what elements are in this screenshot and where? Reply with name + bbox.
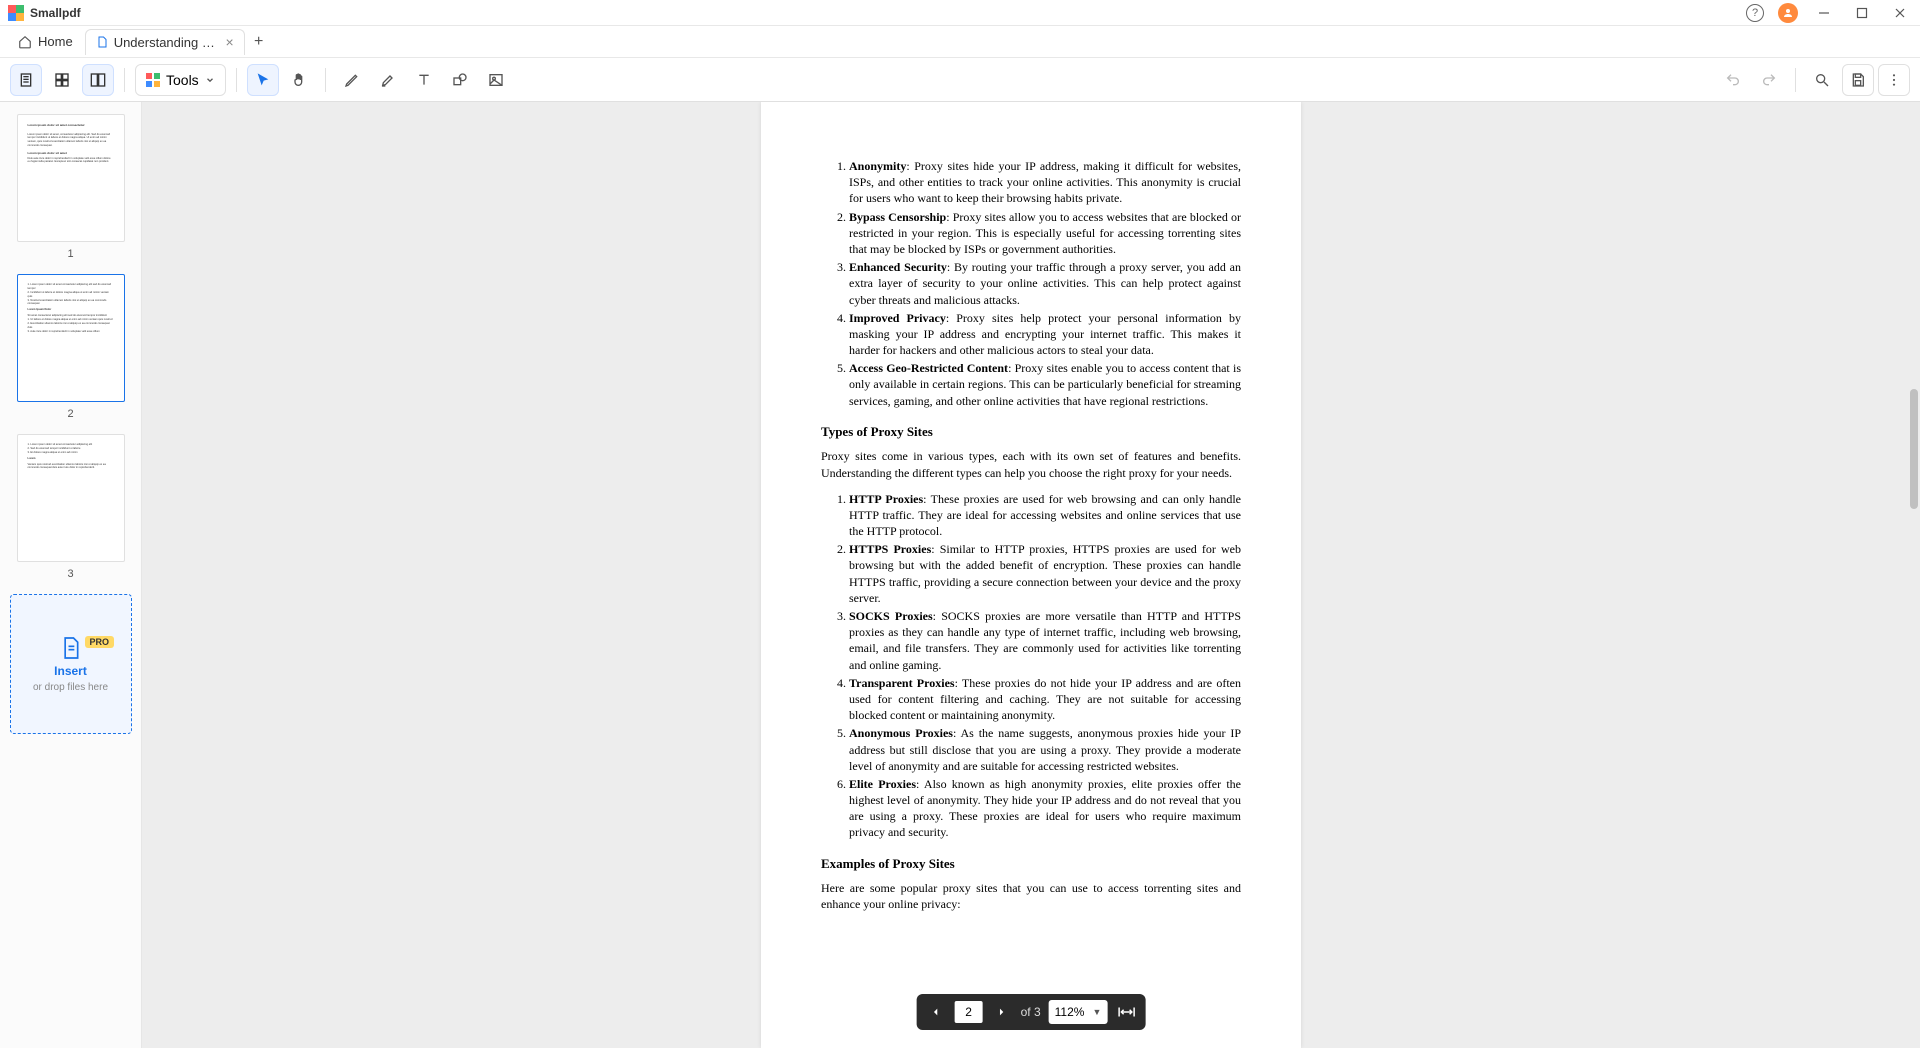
shape-tool-button[interactable] bbox=[444, 64, 476, 96]
tab-home-label: Home bbox=[38, 34, 73, 49]
zoom-dropdown[interactable]: 112% ▼ bbox=[1049, 1000, 1108, 1024]
view-two-page-button[interactable] bbox=[82, 64, 114, 96]
heading-examples: Examples of Proxy Sites bbox=[821, 855, 1241, 873]
toolbar-separator bbox=[1795, 68, 1796, 92]
save-button[interactable] bbox=[1842, 64, 1874, 96]
toolbar: Tools bbox=[0, 58, 1920, 102]
highlighter-tool-button[interactable] bbox=[372, 64, 404, 96]
zoom-value: 112% bbox=[1055, 1005, 1085, 1019]
toolbar-left: Tools bbox=[10, 64, 512, 96]
thumbnail-number: 2 bbox=[67, 408, 73, 420]
list-item: Elite Proxies: Also known as high anonym… bbox=[849, 776, 1241, 841]
tools-grid-icon bbox=[146, 73, 160, 87]
image-tool-button[interactable] bbox=[480, 64, 512, 96]
tab-document[interactable]: Understanding Proxy… × bbox=[85, 29, 245, 55]
para-types-intro: Proxy sites come in various types, each … bbox=[821, 448, 1241, 480]
toolbar-separator bbox=[236, 68, 237, 92]
thumbnail-2[interactable]: 1. Lorem ipsum dolor sit amet consectetu… bbox=[6, 274, 135, 420]
tabs-row: Home Understanding Proxy… × + bbox=[0, 26, 1920, 58]
page-controls: of 3 112% ▼ bbox=[917, 994, 1146, 1030]
insert-doc-icon bbox=[61, 636, 81, 660]
heading-types: Types of Proxy Sites bbox=[821, 423, 1241, 441]
insert-label: Insert bbox=[54, 664, 87, 678]
list-item: Enhanced Security: By routing your traff… bbox=[849, 259, 1241, 308]
drop-label: or drop files here bbox=[33, 682, 108, 693]
thumbnail-number: 1 bbox=[67, 248, 73, 260]
benefits-list: Anonymity: Proxy sites hide your IP addr… bbox=[821, 158, 1241, 409]
thumbnail-1[interactable]: Lorem ipsum dolor sit amet consectetur L… bbox=[6, 114, 135, 260]
list-item: Anonymity: Proxy sites hide your IP addr… bbox=[849, 158, 1241, 207]
title-bar: Smallpdf ? bbox=[0, 0, 1920, 26]
text-tool-button[interactable] bbox=[408, 64, 440, 96]
list-item: HTTP Proxies: These proxies are used for… bbox=[849, 491, 1241, 540]
title-right: ? bbox=[1746, 1, 1912, 25]
redo-button[interactable] bbox=[1753, 64, 1785, 96]
page-content: Anonymity: Proxy sites hide your IP addr… bbox=[761, 102, 1301, 1048]
toolbar-separator bbox=[325, 68, 326, 92]
tab-home[interactable]: Home bbox=[8, 29, 83, 55]
list-item: Anonymous Proxies: As the name suggests,… bbox=[849, 725, 1241, 774]
scrollbar[interactable] bbox=[1910, 110, 1918, 1040]
para-examples-intro: Here are some popular proxy sites that y… bbox=[821, 880, 1241, 912]
thumbnail-3[interactable]: 1. Lorem ipsum dolor sit amet consectetu… bbox=[6, 434, 135, 580]
thumbnail-number: 3 bbox=[67, 568, 73, 580]
chevron-down-icon: ▼ bbox=[1092, 1007, 1101, 1017]
tab-add-button[interactable]: + bbox=[247, 30, 271, 54]
avatar[interactable] bbox=[1778, 3, 1798, 23]
search-button[interactable] bbox=[1806, 64, 1838, 96]
toolbar-separator bbox=[124, 68, 125, 92]
tools-label: Tools bbox=[166, 72, 199, 88]
home-icon bbox=[18, 35, 32, 49]
thumbnails-sidebar: Lorem ipsum dolor sit amet consectetur L… bbox=[0, 102, 142, 1048]
next-page-button[interactable] bbox=[991, 1001, 1013, 1023]
content: Lorem ipsum dolor sit amet consectetur L… bbox=[0, 102, 1920, 1048]
list-item: SOCKS Proxies: SOCKS proxies are more ve… bbox=[849, 608, 1241, 673]
list-item: Transparent Proxies: These proxies do no… bbox=[849, 675, 1241, 724]
list-item: HTTPS Proxies: Similar to HTTP proxies, … bbox=[849, 541, 1241, 606]
title-left: Smallpdf bbox=[8, 5, 81, 21]
undo-button[interactable] bbox=[1717, 64, 1749, 96]
pencil-tool-button[interactable] bbox=[336, 64, 368, 96]
prev-page-button[interactable] bbox=[925, 1001, 947, 1023]
page-number-input[interactable] bbox=[955, 1001, 983, 1023]
tab-close-icon[interactable]: × bbox=[226, 34, 234, 50]
close-button[interactable] bbox=[1888, 1, 1912, 25]
insert-dropzone[interactable]: PRO Insert or drop files here bbox=[10, 594, 132, 734]
help-icon[interactable]: ? bbox=[1746, 4, 1764, 22]
pan-tool-button[interactable] bbox=[283, 64, 315, 96]
types-list: HTTP Proxies: These proxies are used for… bbox=[821, 491, 1241, 841]
tab-document-label: Understanding Proxy… bbox=[114, 35, 216, 50]
thumbnail-preview: 1. Lorem ipsum dolor sit amet consectetu… bbox=[17, 434, 125, 562]
document-icon bbox=[96, 35, 108, 49]
thumbnail-preview: 1. Lorem ipsum dolor sit amet consectetu… bbox=[17, 274, 125, 402]
page-of-label: of 3 bbox=[1021, 1005, 1041, 1019]
more-options-button[interactable] bbox=[1878, 64, 1910, 96]
list-item: Bypass Censorship: Proxy sites allow you… bbox=[849, 209, 1241, 258]
chevron-down-icon bbox=[205, 75, 215, 85]
list-item: Improved Privacy: Proxy sites help prote… bbox=[849, 310, 1241, 359]
document-viewer[interactable]: Anonymity: Proxy sites hide your IP addr… bbox=[142, 102, 1920, 1048]
app-name: Smallpdf bbox=[30, 6, 81, 20]
select-tool-button[interactable] bbox=[247, 64, 279, 96]
view-single-page-button[interactable] bbox=[10, 64, 42, 96]
app-logo-icon bbox=[8, 5, 24, 21]
list-item: Access Geo-Restricted Content: Proxy sit… bbox=[849, 360, 1241, 409]
toolbar-right bbox=[1717, 64, 1910, 96]
fit-width-button[interactable] bbox=[1115, 1001, 1137, 1023]
view-grid-button[interactable] bbox=[46, 64, 78, 96]
pro-badge: PRO bbox=[85, 636, 115, 648]
scrollbar-thumb[interactable] bbox=[1910, 389, 1918, 509]
minimize-button[interactable] bbox=[1812, 1, 1836, 25]
tools-dropdown[interactable]: Tools bbox=[135, 64, 226, 96]
thumbnail-preview: Lorem ipsum dolor sit amet consectetur L… bbox=[17, 114, 125, 242]
maximize-button[interactable] bbox=[1850, 1, 1874, 25]
